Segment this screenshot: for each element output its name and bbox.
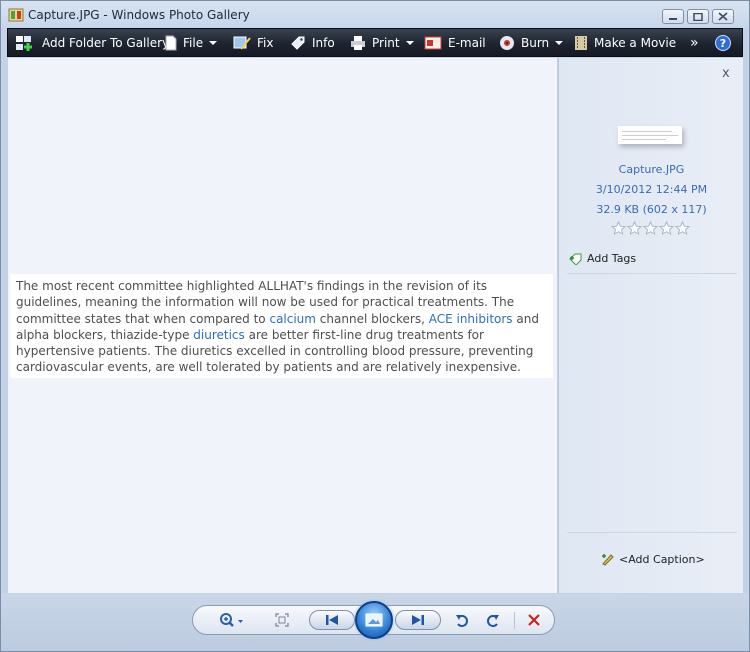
add-tag-icon <box>569 253 582 265</box>
burn-disc-icon <box>500 35 514 50</box>
chevron-down-icon <box>405 40 414 45</box>
add-folder-icon <box>16 35 32 51</box>
rotate-right-icon <box>487 614 499 627</box>
diuretics-link-text: diuretics <box>193 327 245 342</box>
delete-button[interactable] <box>522 606 546 634</box>
control-pill <box>192 601 555 639</box>
close-window-button[interactable] <box>712 9 734 24</box>
make-movie-button[interactable]: Make a Movie <box>574 29 676 56</box>
next-button[interactable] <box>395 610 441 630</box>
photo-gallery-app-icon <box>8 8 24 22</box>
photo-text-line: guidelines, meaning the information will… <box>16 295 515 310</box>
rotate-clockwise-button[interactable] <box>482 606 504 634</box>
zoom-button[interactable] <box>217 606 247 634</box>
printer-icon <box>351 35 365 50</box>
make-movie-label: Make a Movie <box>594 35 677 50</box>
next-icon <box>412 615 424 625</box>
calcium-link-text: calcium <box>269 311 316 326</box>
file-size: 32.9 KB (602 x 117) <box>596 203 707 216</box>
actual-size-button[interactable] <box>271 606 293 634</box>
burn-menu-label: Burn <box>521 35 550 50</box>
photo-gallery-window: Capture.JPG - Windows Photo Gallery Add … <box>0 0 750 652</box>
minimize-icon <box>669 17 677 20</box>
empty-star-icon[interactable] <box>611 221 626 235</box>
overflow-chevron: » <box>690 34 699 51</box>
burn-menu[interactable]: Burn <box>499 29 564 56</box>
add-tags-label: Add Tags <box>587 252 637 265</box>
add-caption-button[interactable]: <Add Caption> <box>601 552 705 566</box>
separator <box>514 612 515 629</box>
close-icon <box>718 12 728 21</box>
add-folder-button[interactable]: Add Folder To Gallery <box>16 29 169 56</box>
file-menu-label: File <box>183 35 204 50</box>
svg-text:?: ? <box>720 37 726 50</box>
email-button[interactable]: E-mail <box>424 29 486 56</box>
film-strip-icon <box>575 35 587 50</box>
add-tags-button[interactable]: Add Tags <box>569 252 636 265</box>
previous-icon <box>326 615 338 625</box>
chevron-down-icon <box>555 40 564 45</box>
photo-text-line: hypertensive patients. The diuretics exc… <box>16 344 534 359</box>
info-label: Info <box>312 35 335 50</box>
file-menu[interactable]: File <box>165 29 218 56</box>
image-viewer[interactable]: The most recent committee highlighted AL… <box>8 58 557 593</box>
photo-text-line: cardiovascular events, are well tolerate… <box>16 360 521 375</box>
email-icon <box>424 36 442 49</box>
date-taken[interactable]: 3/10/2012 12:44 PM <box>559 183 744 196</box>
zoom-magnifier-icon <box>220 613 243 627</box>
slideshow-button[interactable] <box>355 601 393 639</box>
minimize-button[interactable] <box>662 9 684 24</box>
divider <box>567 532 737 533</box>
photo-thumbnail <box>618 126 682 144</box>
rotate-counterclockwise-button[interactable] <box>451 606 473 634</box>
fix-button[interactable]: Fix <box>233 29 273 56</box>
empty-star-icon[interactable] <box>627 221 642 235</box>
maximize-icon <box>693 12 703 21</box>
photo-text-line: alpha blockers, thiazide-type diuretics … <box>16 327 484 342</box>
info-pane: x Capture.JPG 3/10/2012 12:44 PM 32.9 KB… <box>558 58 743 593</box>
fix-icon <box>233 36 251 50</box>
print-menu-label: Print <box>372 35 400 50</box>
window-title: Capture.JPG - Windows Photo Gallery <box>28 8 250 22</box>
empty-star-icon[interactable] <box>643 221 658 235</box>
help-button[interactable]: ? <box>715 29 737 56</box>
fix-label: Fix <box>257 35 274 50</box>
empty-star-icon[interactable] <box>659 221 674 235</box>
maximize-button[interactable] <box>687 9 709 24</box>
playback-control-bar <box>1 594 749 651</box>
star-rating[interactable] <box>611 221 690 235</box>
file-icon <box>165 35 177 50</box>
photo-text-line: committee states that when compared to c… <box>16 311 539 326</box>
divider <box>567 273 737 274</box>
help-icon: ? <box>715 34 731 51</box>
photo-text-line: The most recent committee highlighted AL… <box>16 279 488 293</box>
add-folder-label: Add Folder To Gallery <box>42 35 170 50</box>
slideshow-icon <box>365 613 383 627</box>
delete-x-icon <box>528 614 540 626</box>
email-label: E-mail <box>448 35 486 50</box>
command-toolbar: Add Folder To Gallery File Fix Info Prin… <box>7 28 743 57</box>
pencil-icon <box>602 554 614 566</box>
rotate-left-icon <box>456 614 468 627</box>
print-menu[interactable]: Print <box>350 29 414 56</box>
previous-button[interactable] <box>309 610 355 630</box>
chevron-down-icon <box>209 40 218 45</box>
ace-inhibitors-link-text: ACE inhibitors <box>428 311 513 326</box>
info-button[interactable]: Info <box>290 29 335 56</box>
empty-star-icon[interactable] <box>675 221 690 235</box>
toolbar-overflow-button[interactable]: » <box>690 29 699 56</box>
displayed-photo: The most recent committee highlighted AL… <box>10 274 553 378</box>
fit-to-window-icon <box>275 613 289 627</box>
close-info-pane-button[interactable]: x <box>722 66 730 81</box>
file-name[interactable]: Capture.JPG <box>559 163 744 176</box>
title-bar: Capture.JPG - Windows Photo Gallery <box>1 1 749 28</box>
tag-icon <box>291 36 305 50</box>
add-caption-label: <Add Caption> <box>619 552 705 566</box>
